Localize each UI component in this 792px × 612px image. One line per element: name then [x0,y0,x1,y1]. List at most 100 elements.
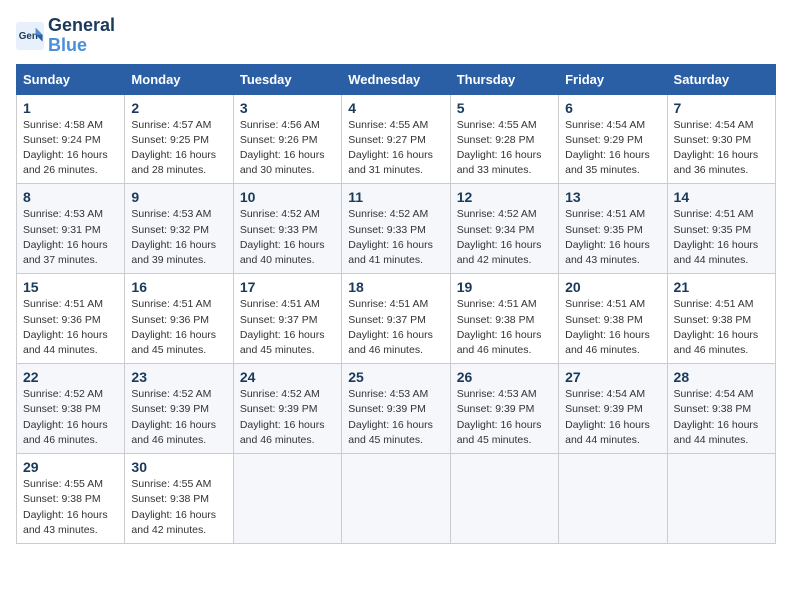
day-info: Sunrise: 4:54 AMSunset: 9:38 PMDaylight:… [674,387,769,448]
day-info: Sunrise: 4:52 AMSunset: 9:39 PMDaylight:… [131,387,226,448]
day-info: Sunrise: 4:57 AMSunset: 9:25 PMDaylight:… [131,118,226,179]
table-row: 22 Sunrise: 4:52 AMSunset: 9:38 PMDayligh… [17,364,125,454]
day-info: Sunrise: 4:51 AMSunset: 9:35 PMDaylight:… [674,207,769,268]
table-row: 26 Sunrise: 4:53 AMSunset: 9:39 PMDayligh… [450,364,558,454]
table-row: 10 Sunrise: 4:52 AMSunset: 9:33 PMDayligh… [233,184,341,274]
day-number: 24 [240,369,335,385]
table-row: 15Sunrise: 4:51 AMSunset: 9:36 PMDayligh… [17,274,125,364]
day-number: 29 [23,459,118,475]
day-info: Sunrise: 4:55 AMSunset: 9:28 PMDaylight:… [457,118,552,179]
day-info: Sunrise: 4:54 AMSunset: 9:30 PMDaylight:… [674,118,769,179]
table-row: 12 Sunrise: 4:52 AMSunset: 9:34 PMDayligh… [450,184,558,274]
day-number: 28 [674,369,769,385]
table-row: 14 Sunrise: 4:51 AMSunset: 9:35 PMDayligh… [667,184,775,274]
col-header-saturday: Saturday [667,64,775,94]
day-number: 10 [240,189,335,205]
page-header: Gen General Blue [16,16,776,56]
table-row: 20 Sunrise: 4:51 AMSunset: 9:38 PMDayligh… [559,274,667,364]
day-number: 1 [23,100,118,116]
day-info: Sunrise: 4:55 AMSunset: 9:27 PMDaylight:… [348,118,443,179]
table-row [559,454,667,544]
table-row: 30 Sunrise: 4:55 AMSunset: 9:38 PMDayligh… [125,454,233,544]
day-number: 9 [131,189,226,205]
day-number: 21 [674,279,769,295]
day-number: 20 [565,279,660,295]
table-row: 8 Sunrise: 4:53 AMSunset: 9:31 PMDaylight… [17,184,125,274]
table-row: 5 Sunrise: 4:55 AMSunset: 9:28 PMDaylight… [450,94,558,184]
logo: Gen General Blue [16,16,115,56]
svg-text:Gen: Gen [19,31,38,42]
day-info: Sunrise: 4:55 AMSunset: 9:38 PMDaylight:… [131,477,226,538]
day-info: Sunrise: 4:51 AMSunset: 9:36 PMDaylight:… [23,297,118,358]
day-number: 17 [240,279,335,295]
table-row: 21 Sunrise: 4:51 AMSunset: 9:38 PMDayligh… [667,274,775,364]
day-info: Sunrise: 4:53 AMSunset: 9:31 PMDaylight:… [23,207,118,268]
day-number: 12 [457,189,552,205]
col-header-tuesday: Tuesday [233,64,341,94]
day-number: 25 [348,369,443,385]
day-info: Sunrise: 4:52 AMSunset: 9:39 PMDaylight:… [240,387,335,448]
day-number: 30 [131,459,226,475]
day-info: Sunrise: 4:51 AMSunset: 9:38 PMDaylight:… [565,297,660,358]
table-row: 3 Sunrise: 4:56 AMSunset: 9:26 PMDaylight… [233,94,341,184]
day-info: Sunrise: 4:51 AMSunset: 9:38 PMDaylight:… [457,297,552,358]
table-row: 11 Sunrise: 4:52 AMSunset: 9:33 PMDayligh… [342,184,450,274]
col-header-sunday: Sunday [17,64,125,94]
day-number: 23 [131,369,226,385]
table-row: 25 Sunrise: 4:53 AMSunset: 9:39 PMDayligh… [342,364,450,454]
day-info: Sunrise: 4:52 AMSunset: 9:38 PMDaylight:… [23,387,118,448]
day-number: 2 [131,100,226,116]
day-number: 6 [565,100,660,116]
day-info: Sunrise: 4:52 AMSunset: 9:34 PMDaylight:… [457,207,552,268]
table-row: 1 Sunrise: 4:58 AMSunset: 9:24 PMDaylight… [17,94,125,184]
table-row: 19 Sunrise: 4:51 AMSunset: 9:38 PMDayligh… [450,274,558,364]
col-header-friday: Friday [559,64,667,94]
table-row: 28 Sunrise: 4:54 AMSunset: 9:38 PMDayligh… [667,364,775,454]
day-number: 7 [674,100,769,116]
day-number: 11 [348,189,443,205]
day-number: 5 [457,100,552,116]
table-row: 29 Sunrise: 4:55 AMSunset: 9:38 PMDayligh… [17,454,125,544]
col-header-monday: Monday [125,64,233,94]
day-info: Sunrise: 4:51 AMSunset: 9:35 PMDaylight:… [565,207,660,268]
day-info: Sunrise: 4:52 AMSunset: 9:33 PMDaylight:… [240,207,335,268]
day-number: 27 [565,369,660,385]
day-info: Sunrise: 4:51 AMSunset: 9:37 PMDaylight:… [348,297,443,358]
day-number: 8 [23,189,118,205]
logo-text: General Blue [48,16,115,56]
day-info: Sunrise: 4:54 AMSunset: 9:39 PMDaylight:… [565,387,660,448]
day-info: Sunrise: 4:51 AMSunset: 9:36 PMDaylight:… [131,297,226,358]
day-number: 16 [131,279,226,295]
table-row: 2 Sunrise: 4:57 AMSunset: 9:25 PMDaylight… [125,94,233,184]
table-row [667,454,775,544]
table-row [342,454,450,544]
table-row: 27 Sunrise: 4:54 AMSunset: 9:39 PMDayligh… [559,364,667,454]
day-info: Sunrise: 4:51 AMSunset: 9:37 PMDaylight:… [240,297,335,358]
day-number: 4 [348,100,443,116]
table-row: 13 Sunrise: 4:51 AMSunset: 9:35 PMDayligh… [559,184,667,274]
day-number: 13 [565,189,660,205]
day-number: 26 [457,369,552,385]
day-info: Sunrise: 4:51 AMSunset: 9:38 PMDaylight:… [674,297,769,358]
day-number: 3 [240,100,335,116]
day-info: Sunrise: 4:56 AMSunset: 9:26 PMDaylight:… [240,118,335,179]
day-info: Sunrise: 4:53 AMSunset: 9:39 PMDaylight:… [348,387,443,448]
calendar-table: SundayMondayTuesdayWednesdayThursdayFrid… [16,64,776,544]
table-row: 4 Sunrise: 4:55 AMSunset: 9:27 PMDaylight… [342,94,450,184]
day-info: Sunrise: 4:53 AMSunset: 9:39 PMDaylight:… [457,387,552,448]
day-info: Sunrise: 4:52 AMSunset: 9:33 PMDaylight:… [348,207,443,268]
day-number: 14 [674,189,769,205]
day-number: 22 [23,369,118,385]
logo-icon: Gen [16,22,44,50]
day-number: 19 [457,279,552,295]
day-info: Sunrise: 4:54 AMSunset: 9:29 PMDaylight:… [565,118,660,179]
table-row: 16 Sunrise: 4:51 AMSunset: 9:36 PMDayligh… [125,274,233,364]
table-row: 6 Sunrise: 4:54 AMSunset: 9:29 PMDaylight… [559,94,667,184]
table-row: 24 Sunrise: 4:52 AMSunset: 9:39 PMDayligh… [233,364,341,454]
table-row: 9Sunrise: 4:53 AMSunset: 9:32 PMDaylight… [125,184,233,274]
table-row: 17 Sunrise: 4:51 AMSunset: 9:37 PMDayligh… [233,274,341,364]
day-info: Sunrise: 4:58 AMSunset: 9:24 PMDaylight:… [23,118,118,179]
table-row: 18Sunrise: 4:51 AMSunset: 9:37 PMDayligh… [342,274,450,364]
col-header-wednesday: Wednesday [342,64,450,94]
day-info: Sunrise: 4:55 AMSunset: 9:38 PMDaylight:… [23,477,118,538]
